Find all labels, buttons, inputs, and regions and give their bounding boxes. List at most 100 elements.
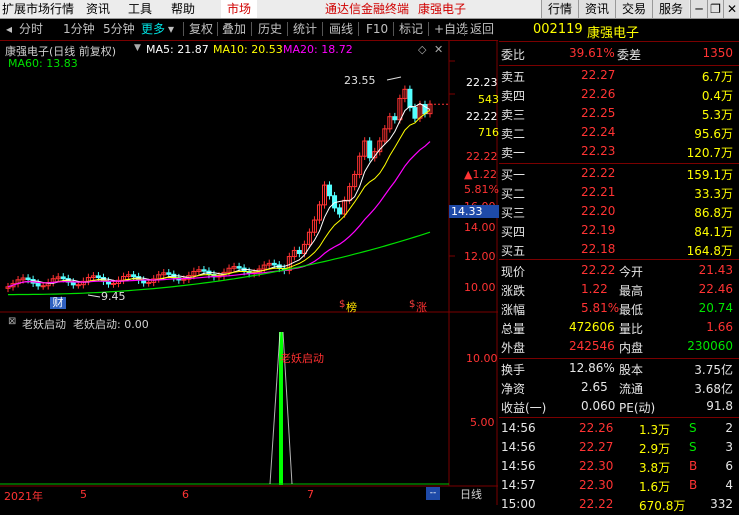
tab-5min[interactable]: 5分钟 <box>103 21 135 37</box>
stat-value-2: 21.43 <box>698 263 733 277</box>
axis-bid-price: 22.22 <box>466 110 498 123</box>
quote-panel: 002119 康强电子 委比 39.61% 委差 1350 卖五 22.27 6.7万 卖四 22.… <box>499 19 739 513</box>
tab-more[interactable]: 更多 <box>141 21 165 37</box>
indicator-ramp-up <box>269 331 281 485</box>
ask-volume: 0.4万 <box>701 89 733 103</box>
bid-label: 买二 <box>501 187 526 201</box>
fund-value-2: 91.8 <box>706 399 733 413</box>
ask-label: 卖四 <box>501 89 526 103</box>
fund-row: 收益(一) 0.060 PE(动) 91.8 <box>499 398 739 417</box>
axis-change-value: 1.22 <box>472 168 497 181</box>
close-icon[interactable]: ✕ <box>723 0 739 18</box>
panel-divider <box>499 417 739 418</box>
kline-chart[interactable] <box>0 41 498 505</box>
fund-row: 净资 2.65 流通 3.68亿 <box>499 379 739 398</box>
ask-row: 卖四 22.26 0.4万 <box>499 86 739 105</box>
fund-label-2: PE(动) <box>619 401 656 415</box>
finance-marker[interactable]: 财 <box>50 297 66 309</box>
stock-name: 康强电子 <box>587 26 640 41</box>
tab-intraday[interactable]: 分时 <box>19 21 43 37</box>
event-marker-2[interactable]: $ <box>409 299 415 310</box>
back-arrow-icon[interactable]: ◂ <box>6 21 12 37</box>
menu-extended-market[interactable]: 扩展市场行情 <box>2 0 74 18</box>
tick-price: 22.30 <box>579 478 614 492</box>
quote-button[interactable]: 行情 <box>541 0 578 18</box>
ask-row: 卖一 22.23 120.7万 <box>499 143 739 162</box>
fund-value-2: 3.75亿 <box>694 363 733 377</box>
minimize-icon[interactable]: ─ <box>690 0 707 18</box>
bid-volume: 164.8万 <box>686 244 733 258</box>
ma60-label: MA60: 13.83 <box>8 57 78 70</box>
news-button[interactable]: 资讯 <box>578 0 615 18</box>
panel-divider <box>499 41 739 42</box>
stat-row: 涨跌 1.22 最高 22.46 <box>499 281 739 300</box>
tab-1min[interactable]: 1分钟 <box>63 21 95 37</box>
menu-market[interactable]: 市场 <box>221 0 258 18</box>
stat-row: 外盘 242546 内盘 230060 <box>499 338 739 357</box>
tick-time: 14:57 <box>501 478 536 492</box>
bid-row: 买一 22.22 159.1万 <box>499 165 739 184</box>
trade-button[interactable]: 交易 <box>615 0 652 18</box>
fund-value: 12.86% <box>569 361 615 375</box>
tick-volume: 2.9万 <box>639 442 671 456</box>
history-button[interactable]: 历史 <box>258 21 282 37</box>
fund-label: 换手 <box>501 363 526 377</box>
ma-dropdown-icon[interactable]: ▼ <box>134 43 141 53</box>
indicator-collapse-icon[interactable]: ⊠ <box>8 316 16 327</box>
period-tab[interactable]: 日线 <box>460 486 482 502</box>
service-button[interactable]: 服务 <box>652 0 689 18</box>
rank-marker[interactable]: 榜 <box>346 299 357 315</box>
restore-icon[interactable]: ❐ <box>707 0 723 18</box>
collapse-icon[interactable]: ◇ <box>418 43 426 56</box>
f10-button[interactable]: F10 <box>366 21 388 37</box>
stat-label-2: 内盘 <box>619 341 644 355</box>
tick-row: 14:56 22.30 3.8万 B 6 <box>499 458 739 477</box>
tick-side: B <box>689 478 698 492</box>
indicator-axis-5: 5.00 <box>470 416 495 429</box>
tick-count: 2 <box>725 421 733 435</box>
weibi-label: 委比 <box>501 48 526 62</box>
tick-price: 22.27 <box>579 440 614 454</box>
stat-row: 总量 472606 量比 1.66 <box>499 319 739 338</box>
bid-price: 22.20 <box>581 204 616 218</box>
candle-body <box>181 278 187 281</box>
return-button[interactable]: 返回 <box>470 21 494 37</box>
event-marker-1[interactable]: $ <box>339 299 345 310</box>
tick-count: 3 <box>725 440 733 454</box>
axis-tick-14: 14.00 <box>464 221 496 234</box>
window-stock-name: 康强电子 <box>418 2 467 16</box>
limit-up-marker[interactable]: 涨 <box>416 299 427 315</box>
stat-value: 5.81% <box>581 301 620 315</box>
candle-body <box>367 140 373 159</box>
indicator-axis-10: 10.00 <box>466 352 498 365</box>
weicha-value: 1350 <box>702 46 733 60</box>
mark-button[interactable]: 标记 <box>399 21 423 37</box>
fund-value: 2.65 <box>581 380 608 394</box>
menu-help[interactable]: 帮助 <box>171 0 195 18</box>
ma20-line <box>7 141 431 288</box>
candle-body <box>412 107 418 119</box>
stat-value-2: 22.46 <box>698 282 733 296</box>
add-watchlist-button[interactable]: +自选 <box>434 21 468 37</box>
adjust-button[interactable]: 复权 <box>189 21 213 37</box>
tick-side: B <box>689 459 698 473</box>
ma5-line <box>7 103 431 288</box>
time-cursor-icon[interactable]: -- <box>426 487 440 500</box>
low-price-label: 9.45 <box>101 290 126 303</box>
close-panel-icon[interactable]: ✕ <box>434 43 443 56</box>
tick-count: 4 <box>725 478 733 492</box>
bid-row: 买五 22.18 164.8万 <box>499 241 739 260</box>
candle-body <box>40 285 46 288</box>
bid-price: 22.18 <box>581 242 616 256</box>
weibi-row: 委比 39.61% 委差 1350 <box>499 45 739 64</box>
overlay-button[interactable]: 叠加 <box>222 21 246 37</box>
panel-divider <box>499 65 739 66</box>
menu-tools[interactable]: 工具 <box>128 0 152 18</box>
ask-volume: 120.7万 <box>686 146 733 160</box>
stats-button[interactable]: 统计 <box>293 21 317 37</box>
menu-news[interactable]: 资讯 <box>86 0 110 18</box>
stat-label: 总量 <box>501 322 526 336</box>
ask-label: 卖五 <box>501 70 526 84</box>
more-dropdown-icon[interactable]: ▾ <box>168 21 174 37</box>
draw-button[interactable]: 画线 <box>329 21 353 37</box>
